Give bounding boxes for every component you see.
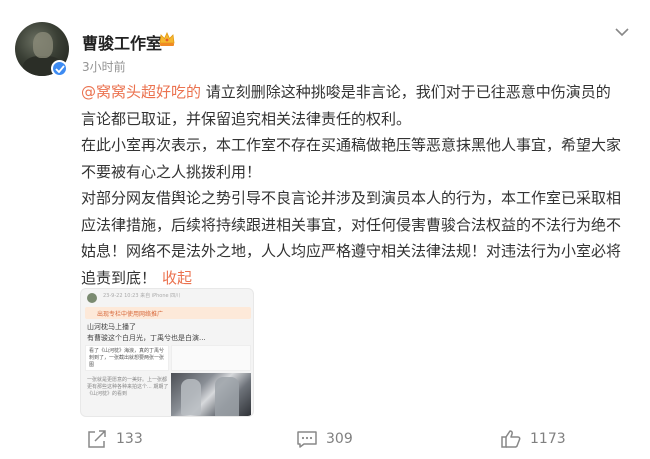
- content-line-1: @窝窝头超好吃的 请立刻删除这种挑唆是非言论，我们对于已往恶意中伤演员的: [81, 79, 641, 106]
- post-time: 3小时前: [82, 60, 126, 74]
- content-line-7: 姑息！网络不是法外之地，人人均应严格遵守相关法律法规！对违法行为小室必将: [81, 242, 622, 260]
- thumbnail-meta: 23-9-22 10:23 来自 iPhone 四川: [103, 293, 181, 299]
- mention-link[interactable]: @窝窝头超好吃的: [81, 83, 201, 101]
- share-icon: [88, 430, 106, 448]
- share-count: 133: [116, 431, 143, 447]
- photo-figure: [215, 377, 239, 416]
- thumbnail-text-line: 山河枕马上播了: [87, 323, 136, 331]
- comment-count: 309: [326, 431, 353, 447]
- like-button[interactable]: 1173: [500, 428, 566, 450]
- content-text: 请立刻删除这种挑唆是非言论，我们对于已往恶意中伤演员的: [201, 83, 611, 101]
- attached-image-thumbnail[interactable]: 23-9-22 10:23 来自 iPhone 四川 出现专栏中使用网络推广 山…: [80, 288, 254, 417]
- thumbnail-avatar: [87, 293, 97, 303]
- share-button[interactable]: 133: [86, 428, 143, 450]
- thumbnail-notice-text: 出现专栏中使用网络推广: [97, 311, 164, 318]
- post-content: @窝窝头超好吃的 请立刻删除这种挑唆是非言论，我们对于已往恶意中伤演员的 言论都…: [81, 79, 641, 291]
- content-line-5: 对部分网友借舆论之势引导不良言论并涉及到演员本人的行为，本工作室已采取相: [81, 189, 622, 207]
- thumbnail-text-block: 一张就是更愿意的一美好。上一张都更有那些这种各种来拍这个... 期期了《山河枕》…: [87, 377, 169, 397]
- photo-figure: [181, 379, 201, 415]
- thumbnail-photo: [171, 373, 251, 416]
- content-line-4: 不要被有心之人挑拨利用！: [81, 162, 262, 181]
- thumbnail-card: 看了《山河枕》海浪，真的丁禹兮刺到了，一张截出就想要两张一张图: [85, 345, 169, 371]
- like-count: 1173: [530, 431, 566, 447]
- comment-icon: [297, 431, 317, 448]
- thumbnail-notice-bar: 出现专栏中使用网络推广: [85, 307, 251, 319]
- content-text: 追责到底！: [81, 268, 157, 287]
- comment-button[interactable]: 309: [296, 428, 353, 450]
- thumbnail-card: [171, 345, 251, 371]
- content-line-3: 在此小室再次表示，本工作室不存在买通稿做艳压等恶意抹黑他人事宜，希望大家: [81, 136, 622, 154]
- post-header: 曹骏工作室 3小时前: [0, 0, 650, 84]
- thumbs-up-icon: [501, 430, 521, 448]
- action-bar: 133 309 1173: [0, 420, 650, 459]
- chevron-down-icon[interactable]: [614, 23, 630, 37]
- content-line-6: 应法律措施，后续将持续跟进相关事宜，对任何侵害曹骏合法权益的不法行为绝不: [81, 215, 622, 234]
- thumbnail-card-text: 看了《山河枕》海浪，真的丁禹兮刺到了，一张截出就想要两张一张图: [89, 348, 165, 368]
- thumbnail-text-line: 有曹骏这个白月光，丁禹兮也是白演...: [87, 334, 206, 342]
- crown-icon: [158, 30, 176, 48]
- content-line-2: 言论都已取证，并保留追究相关法律责任的权利。: [81, 109, 412, 128]
- avatar-face-shape: [33, 32, 53, 58]
- username[interactable]: 曹骏工作室: [82, 30, 162, 54]
- collapse-link[interactable]: 收起: [162, 269, 192, 287]
- verified-badge-icon: [51, 60, 68, 77]
